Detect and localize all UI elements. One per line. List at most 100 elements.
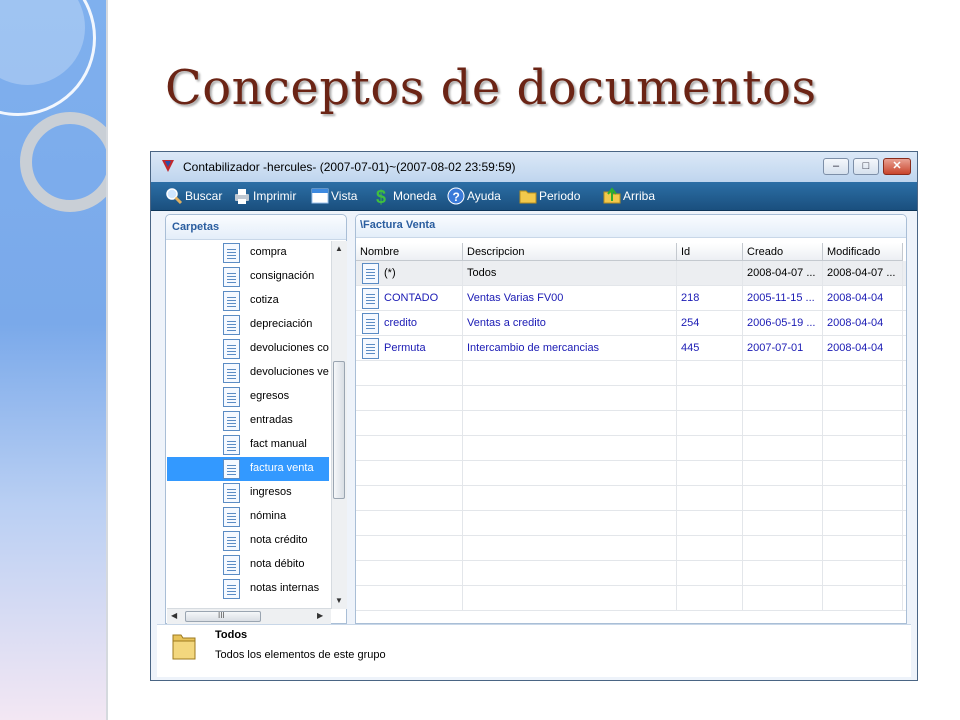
column-header-nombre[interactable]: Nombre (356, 243, 463, 261)
empty-row (356, 436, 906, 461)
toolbar-label: Imprimir (253, 189, 297, 203)
detail-description: Todos los elementos de este grupo (215, 649, 386, 661)
toolbar-arriba-button[interactable]: Arriba (603, 186, 655, 206)
dollar-icon: $ (376, 187, 386, 205)
folder-item[interactable]: devoluciones ve (167, 361, 329, 385)
folder-item-selected[interactable]: factura venta (167, 457, 329, 481)
folder-label: cotiza (250, 294, 279, 306)
minimize-icon: – (832, 160, 840, 172)
close-button[interactable]: ✕ (883, 158, 911, 175)
folder-label: devoluciones ve (250, 366, 329, 378)
folder-item[interactable]: fact manual (167, 433, 329, 457)
folder-item[interactable]: ingresos (167, 481, 329, 505)
toolbar-periodo-button[interactable]: Periodo (519, 186, 580, 206)
table-row[interactable]: CONTADO Ventas Varias FV00 218 2005-11-1… (356, 286, 906, 311)
folder-item[interactable]: notas internas (167, 577, 329, 601)
folder-label: fact manual (250, 438, 307, 450)
folder-label: entradas (250, 414, 293, 426)
column-header-descripcion[interactable]: Descripcion (463, 243, 677, 261)
scroll-down-icon[interactable]: ▼ (335, 596, 343, 605)
document-icon (223, 387, 240, 407)
folder-label: ingresos (250, 486, 292, 498)
folder-label: compra (250, 246, 287, 258)
column-header-id[interactable]: Id (677, 243, 743, 261)
empty-row (356, 561, 906, 586)
folders-vertical-scrollbar[interactable]: ▲ ▼ (331, 241, 347, 609)
cell-nombre: credito (380, 311, 463, 336)
document-icon (223, 339, 240, 359)
cell-modificado: 2008-04-04 (823, 336, 903, 361)
cell-descripcion: Ventas a credito (463, 311, 677, 336)
folder-up-icon (603, 187, 621, 204)
maximize-button[interactable]: □ (853, 158, 879, 175)
table-row[interactable]: (*) Todos 2008-04-07 ... 2008-04-07 ... (356, 261, 906, 286)
empty-row (356, 386, 906, 411)
folders-header: Carpetas (166, 215, 346, 240)
detail-panel: Todos Todos los elementos de este grupo (157, 624, 911, 677)
empty-row (356, 411, 906, 436)
search-icon (166, 188, 183, 205)
detail-title: Todos (215, 629, 248, 641)
folder-item[interactable]: entradas (167, 409, 329, 433)
document-icon (362, 288, 379, 309)
empty-row (356, 486, 906, 511)
empty-row (356, 511, 906, 536)
scroll-grip: III (218, 611, 225, 620)
table-row[interactable]: Permuta Intercambio de mercancias 445 20… (356, 336, 906, 361)
scroll-left-icon[interactable]: ◀ (171, 611, 177, 620)
folder-label: nota débito (250, 558, 305, 570)
scroll-thumb[interactable]: III (185, 611, 261, 622)
svg-text:?: ? (453, 190, 460, 204)
content-path: \Factura Venta (360, 219, 436, 231)
toolbar: Buscar Imprimir Vista $ Moneda ? Ayuda P… (151, 182, 917, 211)
scroll-up-icon[interactable]: ▲ (335, 244, 343, 253)
folder-item[interactable]: nota débito (167, 553, 329, 577)
toolbar-vista-button[interactable]: Vista (311, 186, 357, 206)
minimize-button[interactable]: – (823, 158, 849, 175)
folders-horizontal-scrollbar[interactable]: ◀ III ▶ (167, 608, 331, 624)
cell-creado: 2005-11-15 ... (743, 286, 823, 311)
folder-item[interactable]: compra (167, 241, 329, 265)
toolbar-label: Ayuda (467, 189, 501, 203)
folder-label: nómina (250, 510, 287, 522)
scroll-thumb[interactable] (333, 361, 345, 499)
folders-title: Carpetas (172, 221, 220, 233)
column-header-modificado[interactable]: Modificado (823, 243, 903, 261)
cell-creado: 2007-07-01 (743, 336, 823, 361)
toolbar-imprimir-button[interactable]: Imprimir (233, 186, 296, 206)
title-bar[interactable]: Contabilizador -hercules- (2007-07-01)~(… (151, 152, 917, 183)
empty-row (356, 461, 906, 486)
app-window: Contabilizador -hercules- (2007-07-01)~(… (150, 151, 918, 681)
scroll-right-icon[interactable]: ▶ (317, 611, 323, 620)
toolbar-label: Buscar (185, 189, 223, 203)
cell-id (677, 261, 743, 286)
toolbar-moneda-button[interactable]: $ Moneda (373, 186, 436, 206)
document-icon (362, 263, 379, 284)
folder-item[interactable]: devoluciones co (167, 337, 329, 361)
document-icon (223, 411, 240, 431)
toolbar-buscar-button[interactable]: Buscar (165, 186, 222, 206)
cell-descripcion: Ventas Varias FV00 (463, 286, 677, 311)
table-row[interactable]: credito Ventas a credito 254 2006-05-19 … (356, 311, 906, 336)
document-icon (223, 267, 240, 287)
content-pane: \Factura Venta Nombre Descripcion Id Cre… (355, 214, 907, 624)
svg-text:$: $ (376, 187, 386, 205)
cell-descripcion: Intercambio de mercancias (463, 336, 677, 361)
folder-item[interactable]: depreciación (167, 313, 329, 337)
folder-item[interactable]: cotiza (167, 289, 329, 313)
folder-item[interactable]: egresos (167, 385, 329, 409)
column-header-creado[interactable]: Creado (743, 243, 823, 261)
folder-label: nota crédito (250, 534, 308, 546)
window-title: Contabilizador -hercules- (2007-07-01)~(… (183, 160, 516, 174)
folder-item[interactable]: consignación (167, 265, 329, 289)
folder-list: compra consignación cotiza depreciación … (167, 241, 329, 609)
toolbar-ayuda-button[interactable]: ? Ayuda (447, 186, 501, 206)
content-header: \Factura Venta (356, 215, 906, 238)
decor-ring (0, 0, 96, 116)
document-icon (223, 435, 240, 455)
toolbar-label: Arriba (623, 189, 656, 203)
toolbar-label: Periodo (539, 189, 581, 203)
folder-item[interactable]: nota crédito (167, 529, 329, 553)
folder-item[interactable]: nómina (167, 505, 329, 529)
cell-nombre: CONTADO (380, 286, 463, 311)
